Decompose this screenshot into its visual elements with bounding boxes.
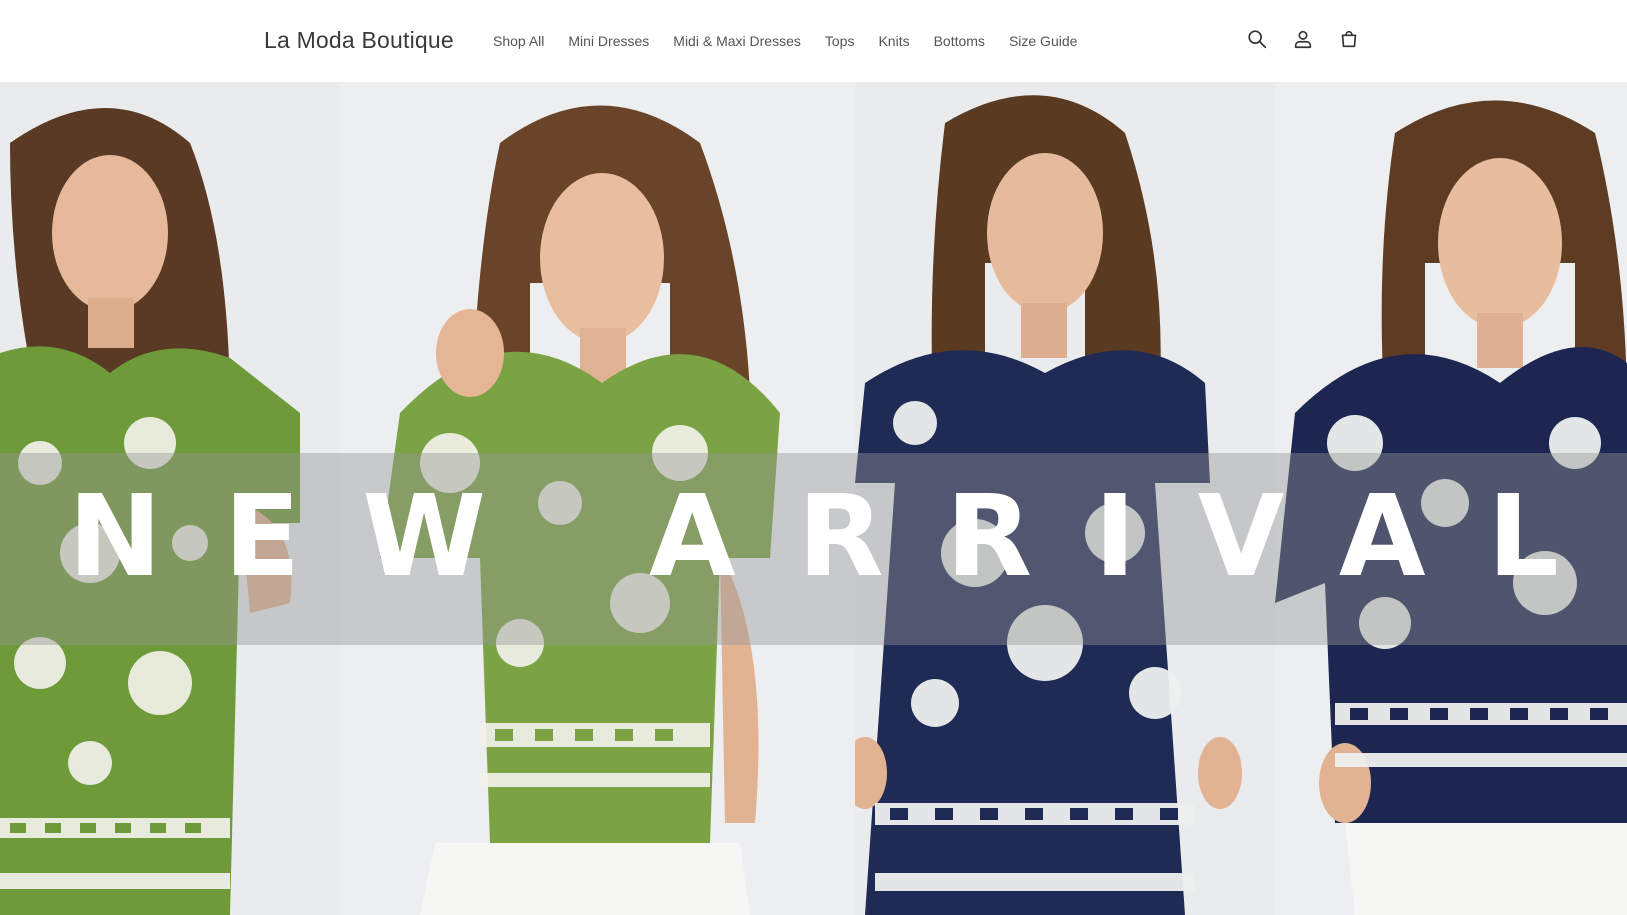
- nav-tops[interactable]: Tops: [825, 33, 855, 49]
- main-nav: Shop All Mini Dresses Midi & Maxi Dresse…: [493, 33, 1101, 49]
- site-header: La Moda Boutique Shop All Mini Dresses M…: [0, 0, 1627, 83]
- account-icon[interactable]: [1290, 26, 1316, 52]
- page: La Moda Boutique Shop All Mini Dresses M…: [0, 0, 1627, 915]
- nav-mini-dresses[interactable]: Mini Dresses: [568, 33, 649, 49]
- nav-shop-all[interactable]: Shop All: [493, 33, 544, 49]
- nav-size-guide[interactable]: Size Guide: [1009, 33, 1077, 49]
- nav-bottoms[interactable]: Bottoms: [934, 33, 985, 49]
- nav-knits[interactable]: Knits: [878, 33, 909, 49]
- header-icons: [1244, 26, 1362, 52]
- banner-headline: NEW ARRIVAL: [68, 472, 1621, 602]
- search-icon[interactable]: [1244, 26, 1270, 52]
- hero-banner[interactable]: NEW ARRIVAL: [0, 83, 1627, 915]
- site-logo[interactable]: La Moda Boutique: [264, 27, 454, 54]
- cart-icon[interactable]: [1336, 26, 1362, 52]
- nav-midi-maxi-dresses[interactable]: Midi & Maxi Dresses: [673, 33, 801, 49]
